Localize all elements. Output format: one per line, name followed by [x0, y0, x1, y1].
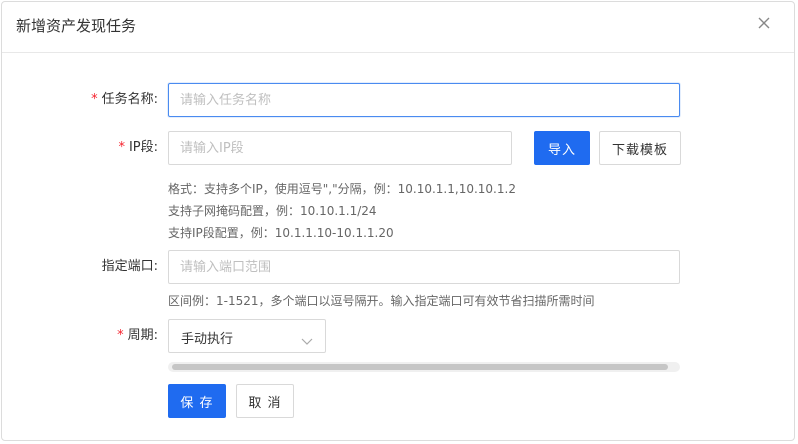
- save-button[interactable]: 保 存: [168, 384, 226, 418]
- task-name-label: * 任务名称:: [2, 92, 158, 108]
- port-input[interactable]: [168, 250, 680, 284]
- horizontal-scrollbar[interactable]: [168, 362, 680, 372]
- download-template-button[interactable]: 下载模板: [599, 131, 681, 165]
- import-button[interactable]: 导入: [534, 131, 590, 165]
- required-mark: *: [118, 140, 125, 155]
- period-select[interactable]: 手动执行: [168, 319, 326, 353]
- ip-hint-3: 支持IP段配置，例：10.1.1.10-10.1.1.20: [168, 226, 394, 240]
- ip-range-label-text: IP段:: [128, 140, 158, 155]
- chevron-down-icon: [301, 331, 313, 350]
- period-label: * 周期:: [2, 328, 158, 344]
- required-mark: *: [117, 328, 124, 343]
- port-label-text: 指定端口:: [101, 259, 158, 274]
- close-icon[interactable]: [756, 15, 772, 31]
- cancel-button[interactable]: 取 消: [236, 384, 294, 418]
- close-icon-glyph: [758, 17, 770, 29]
- task-name-label-text: 任务名称:: [101, 92, 158, 107]
- period-label-text: 周期:: [127, 328, 158, 343]
- ip-hint-1: 格式：支持多个IP，使用逗号","分隔，例：10.10.1.1,10.10.1.…: [168, 182, 516, 196]
- port-label: 指定端口:: [2, 259, 158, 275]
- port-hint: 区间例：1-1521，多个端口以逗号隔开。输入指定端口可有效节省扫描所需时间: [168, 294, 595, 308]
- chevron-down-icon-glyph: [301, 338, 313, 345]
- task-name-input[interactable]: [168, 83, 680, 117]
- period-selected-value: 手动执行: [181, 332, 234, 347]
- dialog: 新增资产发现任务 *任务名称: *IP段: 导入 下载模板 格式：支持多个IP，…: [1, 1, 795, 441]
- ip-range-label: * IP段:: [2, 140, 158, 156]
- required-mark: *: [91, 92, 98, 107]
- ip-range-input[interactable]: [168, 131, 512, 165]
- dialog-header: 新增资产发现任务: [2, 2, 794, 53]
- ip-hint-2: 支持子网掩码配置，例：10.10.1.1/24: [168, 204, 377, 218]
- scrollbar-thumb[interactable]: [172, 364, 668, 370]
- dialog-title: 新增资产发现任务: [16, 17, 137, 35]
